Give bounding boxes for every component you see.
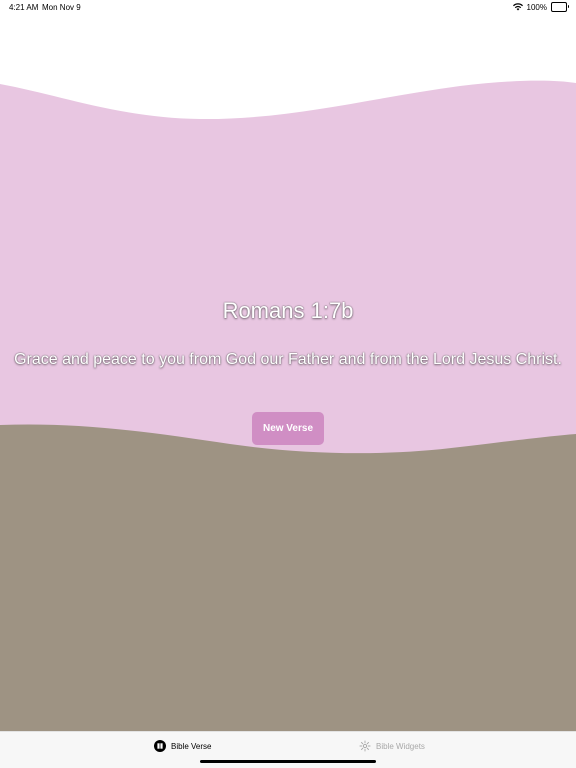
tab-bible-widgets[interactable]: Bible Widgets bbox=[359, 740, 425, 752]
verse-reference: Romans 1:7b bbox=[222, 298, 354, 323]
widget-icon bbox=[359, 740, 371, 752]
book-icon bbox=[154, 740, 166, 752]
main-content: Romans 1:7b Grace and peace to you from … bbox=[0, 0, 576, 768]
tab-label-bible-widgets: Bible Widgets bbox=[376, 741, 425, 751]
verse-text: Grace and peace to you from God our Fath… bbox=[14, 351, 562, 368]
tab-label-bible-verse: Bible Verse bbox=[171, 741, 212, 751]
tab-bible-verse[interactable]: Bible Verse bbox=[154, 740, 211, 752]
home-indicator bbox=[200, 760, 376, 763]
new-verse-button[interactable]: New Verse bbox=[252, 412, 324, 445]
